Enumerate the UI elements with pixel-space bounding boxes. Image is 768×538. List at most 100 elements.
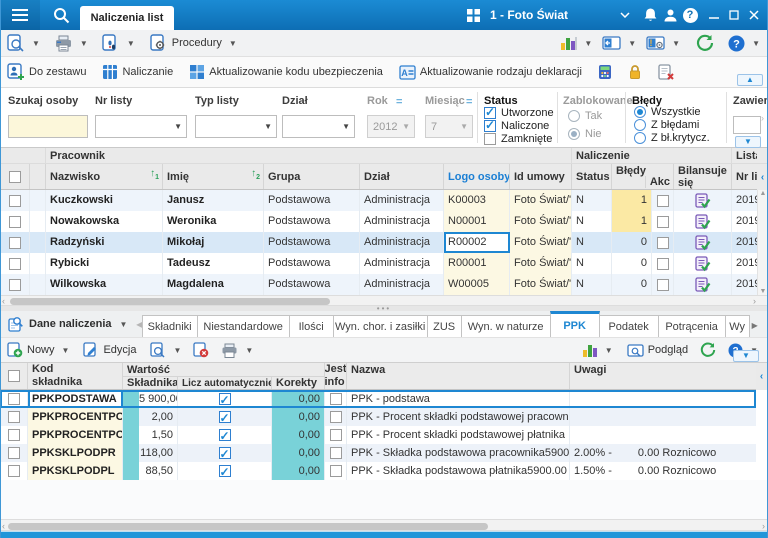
aktualizowanie-rodzaju-button[interactable]: A Aktualizowanie rodzaju deklaracji bbox=[399, 65, 582, 80]
new-button[interactable]: Nowy ▼ bbox=[7, 342, 69, 358]
cell-logo-osoby[interactable]: K00003 bbox=[444, 190, 510, 211]
status-zamkniete-option[interactable]: Zamknięte bbox=[484, 133, 552, 145]
cell-logo-osoby-focused[interactable]: R00002 bbox=[444, 232, 510, 253]
row-select-checkbox[interactable] bbox=[9, 279, 21, 291]
akc-checkbox[interactable] bbox=[657, 258, 669, 270]
zablokowane-nie-option[interactable]: Nie bbox=[568, 128, 602, 140]
notifications-bell-icon[interactable] bbox=[640, 0, 660, 30]
bledy-krytyczne-option[interactable]: Z bł.krytycz. bbox=[634, 132, 710, 144]
row-select-checkbox[interactable] bbox=[9, 195, 21, 207]
jest-info-checkbox[interactable] bbox=[330, 429, 342, 441]
jest-info-checkbox[interactable] bbox=[330, 411, 342, 423]
company-selector[interactable]: 1 - Foto Świat bbox=[490, 8, 568, 22]
cell-logo-osoby[interactable]: W00005 bbox=[444, 274, 510, 295]
cell-kod[interactable]: PPKSKLPODPR bbox=[28, 444, 123, 462]
rok-select[interactable]: 2012▼ bbox=[367, 115, 415, 138]
tab-ilosci[interactable]: Ilości bbox=[289, 315, 334, 337]
licz-automatycznie-checkbox[interactable] bbox=[219, 393, 231, 405]
zawiera-input[interactable] bbox=[733, 116, 761, 134]
licz-automatycznie-checkbox[interactable] bbox=[219, 447, 231, 459]
cell-korekty[interactable]: 0,00 bbox=[272, 462, 325, 480]
select-all-checkbox[interactable] bbox=[9, 171, 21, 183]
tab-potracenia[interactable]: Potrącenia bbox=[658, 315, 726, 337]
tab-wyn-chor[interactable]: Wyn. chor. i zasiłki bbox=[333, 315, 428, 337]
analysis-button[interactable]: ▼ bbox=[560, 35, 592, 51]
calculator-icon[interactable] bbox=[598, 64, 612, 80]
bledy-wszystkie-option[interactable]: Wszystkie bbox=[634, 106, 701, 118]
tab-ppk[interactable]: PPK bbox=[550, 311, 600, 337]
table-row[interactable]: PPKPROCENTPODP 1,50 0,00 PPK - Procent s… bbox=[0, 426, 756, 444]
print-button[interactable]: ▼ bbox=[54, 35, 88, 52]
status-naliczone-option[interactable]: Naliczone bbox=[484, 120, 549, 132]
print-details-button[interactable]: ▼ bbox=[221, 343, 253, 358]
table-row[interactable]: Nowakowska Weronika Podstawowa Administr… bbox=[0, 211, 757, 232]
tab-podatek[interactable]: Podatek bbox=[599, 315, 659, 337]
preview-button[interactable]: ▼ bbox=[7, 34, 40, 52]
row-select-checkbox[interactable] bbox=[8, 465, 20, 477]
tab-zus[interactable]: ZUS bbox=[427, 315, 462, 337]
refresh-button[interactable] bbox=[696, 34, 714, 52]
podglad-button[interactable]: Podgląd bbox=[627, 344, 688, 357]
column-header-nazwa[interactable]: Nazwa bbox=[347, 363, 570, 389]
search-person-input[interactable] bbox=[8, 115, 88, 138]
scroll-right-icon[interactable]: › bbox=[762, 522, 765, 531]
tab-wyn-w-naturze[interactable]: Wyn. w naturze bbox=[461, 315, 551, 337]
select-all-checkbox[interactable] bbox=[8, 370, 20, 382]
user-icon[interactable] bbox=[660, 0, 680, 30]
main-menu-button[interactable] bbox=[0, 0, 40, 30]
row-select-checkbox[interactable] bbox=[8, 393, 20, 405]
row-select-checkbox[interactable] bbox=[8, 447, 20, 459]
equals-operator-icon[interactable]: = bbox=[466, 96, 472, 108]
edit-button[interactable]: Edycja bbox=[83, 342, 136, 358]
jest-info-checkbox[interactable] bbox=[330, 447, 342, 459]
preview-record-button[interactable]: ▼ bbox=[150, 342, 181, 358]
chevron-down-icon[interactable] bbox=[620, 12, 630, 18]
column-header-bledy[interactable]: BłędyAkc bbox=[612, 164, 674, 189]
tab-naliczenia-list[interactable]: Naliczenia list bbox=[80, 6, 174, 30]
horizontal-scrollbar-bottom[interactable]: ‹ › bbox=[0, 519, 768, 531]
zablokowane-tak-option[interactable]: Tak bbox=[568, 110, 602, 122]
cell-wartosc[interactable]: 88,50 bbox=[123, 462, 178, 480]
scrollbar-thumb[interactable] bbox=[8, 523, 488, 530]
typ-listy-select[interactable]: ▼ bbox=[195, 115, 277, 138]
row-select-checkbox[interactable] bbox=[8, 411, 20, 423]
maximize-icon[interactable] bbox=[724, 0, 744, 30]
refresh-icon[interactable] bbox=[700, 342, 716, 358]
column-header-id-umowy[interactable]: Id umowy bbox=[510, 164, 572, 189]
cell-korekty[interactable]: 0,00 bbox=[272, 444, 325, 462]
table-row[interactable]: PPKSKLPODPR 118,00 0,00 PPK - Składka po… bbox=[0, 444, 756, 462]
akc-checkbox[interactable] bbox=[657, 279, 669, 291]
cell-kod[interactable]: PPKPODSTAWA bbox=[28, 390, 123, 408]
cell-wartosc[interactable]: 5 900,00 bbox=[123, 390, 178, 408]
column-header-bilansuje[interactable]: Bilansujesię bbox=[674, 164, 732, 189]
procedures-button[interactable]: Procedury ▼ bbox=[150, 34, 237, 52]
table-row[interactable]: PPKSKLPODPL 88,50 0,00 PPK - Składka pod… bbox=[0, 462, 756, 480]
equals-operator-icon[interactable]: = bbox=[396, 96, 402, 108]
collapse-filter-button[interactable]: ▲ bbox=[737, 74, 763, 86]
document-delete-icon[interactable] bbox=[658, 64, 675, 80]
jest-info-checkbox[interactable] bbox=[330, 465, 342, 477]
column-header-jest-info[interactable]: Jestinfo bbox=[325, 363, 347, 389]
column-header-logo-osoby[interactable]: Logo osoby bbox=[444, 164, 510, 189]
scrollbar-thumb[interactable] bbox=[10, 298, 330, 305]
table-row[interactable]: Kuczkowski Janusz Podstawowa Administrac… bbox=[0, 190, 757, 211]
row-select-checkbox[interactable] bbox=[9, 237, 21, 249]
column-header-dzial[interactable]: Dział bbox=[360, 164, 444, 189]
close-icon[interactable] bbox=[744, 0, 764, 30]
column-header-nazwisko[interactable]: Nazwisko↑1 bbox=[46, 164, 163, 189]
column-header-nr-listy[interactable]: Nr li bbox=[732, 164, 757, 189]
scroll-down-icon[interactable]: ▼ bbox=[760, 288, 767, 295]
delete-record-icon[interactable] bbox=[193, 342, 209, 358]
column-header-korekty[interactable]: Korekty bbox=[272, 377, 325, 389]
licz-automatycznie-checkbox[interactable] bbox=[219, 465, 231, 477]
column-scroll-left-icon[interactable]: ‹ bbox=[756, 363, 767, 390]
licz-automatycznie-checkbox[interactable] bbox=[219, 429, 231, 441]
cell-wartosc[interactable]: 1,50 bbox=[123, 426, 178, 444]
lock-icon[interactable] bbox=[628, 64, 642, 80]
tabs-scroll-right-icon[interactable]: ▶ bbox=[752, 321, 758, 330]
cell-korekty[interactable]: 0,00 bbox=[272, 408, 325, 426]
naliczanie-button[interactable]: Naliczanie bbox=[102, 64, 173, 80]
scroll-up-icon[interactable]: ▲ bbox=[760, 190, 767, 197]
tab-wyplaty[interactable]: Wy bbox=[725, 315, 750, 337]
do-zestawu-button[interactable]: Do zestawu bbox=[7, 63, 86, 81]
